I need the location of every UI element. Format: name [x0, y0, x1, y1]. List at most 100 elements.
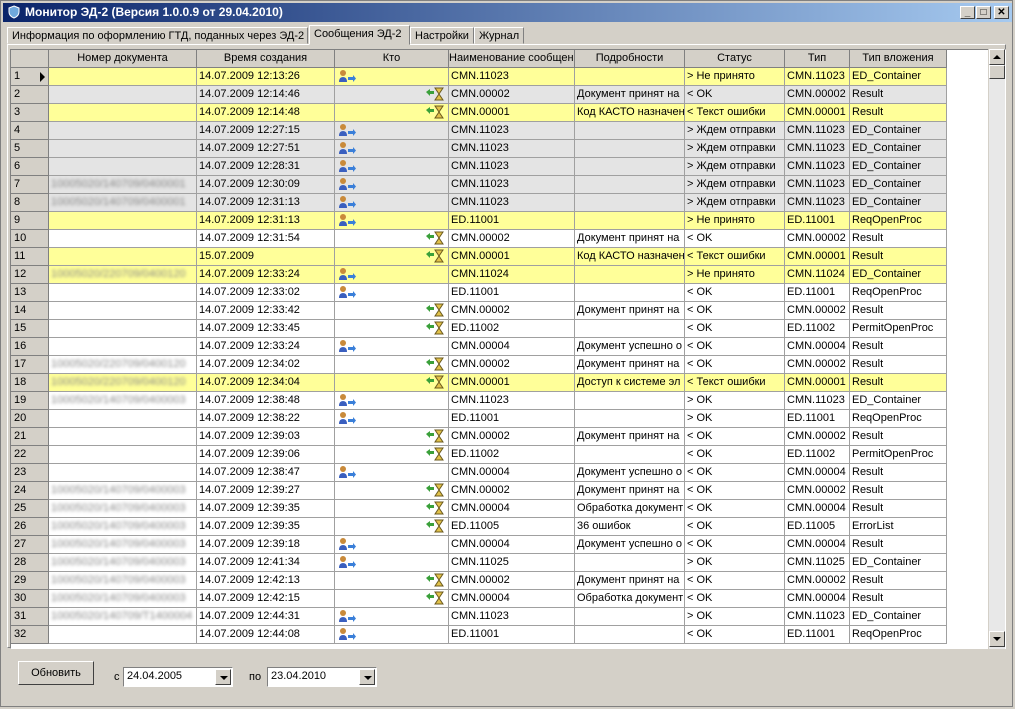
table-row[interactable]: 20 14.07.2009 12:38:22 ED.11001 > OK ED.1100…: [11, 410, 947, 428]
table-row[interactable]: 31 10005020/140709/Т1400004 14.07.2009 12:…: [11, 608, 947, 626]
table-row[interactable]: 17 10005020/220709/0400120 14.07.2009 12:3…: [11, 356, 947, 374]
table-row[interactable]: 26 10005020/140709/0400003 14.07.2009 12:3…: [11, 518, 947, 536]
who-cell: [335, 230, 449, 248]
table-row[interactable]: 21 14.07.2009 12:39:03 CMN.00002 Документ п…: [11, 428, 947, 446]
row-number[interactable]: 20: [11, 410, 49, 428]
table-row[interactable]: 2 14.07.2009 12:14:46 CMN.00002 Документ пр…: [11, 86, 947, 104]
table-row[interactable]: 13 14.07.2009 12:33:02 ED.11001 < OK ED.1100…: [11, 284, 947, 302]
table-row[interactable]: 15 14.07.2009 12:33:45 ED.11002 < OK ED.1100…: [11, 320, 947, 338]
row-number[interactable]: 21: [11, 428, 49, 446]
minimize-button[interactable]: _: [960, 6, 975, 19]
header-status[interactable]: Статус: [685, 50, 785, 68]
header-created-time[interactable]: Время создания: [197, 50, 335, 68]
tab-settings[interactable]: Настройки: [410, 27, 474, 44]
row-number[interactable]: 11: [11, 248, 49, 266]
table-row[interactable]: 7 10005020/140709/0400001 14.07.2009 12:30…: [11, 176, 947, 194]
row-number[interactable]: 2: [11, 86, 49, 104]
scroll-thumb[interactable]: [989, 65, 1005, 79]
messages-grid[interactable]: Номер документа Время создания Кто Наиме…: [10, 49, 1006, 649]
table-row[interactable]: 10 14.07.2009 12:31:54 CMN.00002 Документ п…: [11, 230, 947, 248]
table-row[interactable]: 24 10005020/140709/0400003 14.07.2009 12:3…: [11, 482, 947, 500]
row-number[interactable]: 29: [11, 572, 49, 590]
message-name-cell: CMN.11023: [449, 176, 575, 194]
row-number[interactable]: 32: [11, 626, 49, 644]
table-row[interactable]: 1 14.07.2009 12:13:26 CMN.11023 > Не принят…: [11, 68, 947, 86]
table-row[interactable]: 6 14.07.2009 12:28:31 CMN.11023 > Ждем отпр…: [11, 158, 947, 176]
details-cell: [575, 446, 685, 464]
row-number[interactable]: 13: [11, 284, 49, 302]
hourglass-receive-icon: [426, 483, 444, 497]
row-number[interactable]: 9: [11, 212, 49, 230]
table-row[interactable]: 9 14.07.2009 12:31:13 ED.11001 > Не принято…: [11, 212, 947, 230]
refresh-button[interactable]: Обновить: [18, 661, 94, 685]
vertical-scrollbar[interactable]: [988, 49, 1005, 649]
row-number[interactable]: 4: [11, 122, 49, 140]
row-number[interactable]: 1: [11, 68, 49, 86]
row-number[interactable]: 31: [11, 608, 49, 626]
row-number[interactable]: 15: [11, 320, 49, 338]
scroll-up-button[interactable]: [989, 49, 1005, 65]
header-type[interactable]: Тип: [785, 50, 850, 68]
header-doc-number[interactable]: Номер документа: [49, 50, 197, 68]
table-row[interactable]: 12 10005020/220709/0400120 14.07.2009 12:3…: [11, 266, 947, 284]
row-number[interactable]: 5: [11, 140, 49, 158]
table-row[interactable]: 22 14.07.2009 12:39:06 ED.11002 < OK ED.1100…: [11, 446, 947, 464]
tab-gtd-info[interactable]: Информация по оформлению ГТД, поданных ч…: [7, 27, 308, 44]
table-row[interactable]: 32 14.07.2009 12:44:08 ED.11001 < OK ED.1100…: [11, 626, 947, 644]
header-who[interactable]: Кто: [335, 50, 449, 68]
table-row[interactable]: 29 10005020/140709/0400003 14.07.2009 12:4…: [11, 572, 947, 590]
row-number[interactable]: 6: [11, 158, 49, 176]
table-row[interactable]: 23 14.07.2009 12:38:47 CMN.00004 Документ у…: [11, 464, 947, 482]
table-row[interactable]: 30 10005020/140709/0400003 14.07.2009 12:4…: [11, 590, 947, 608]
status-cell: > OK: [685, 392, 785, 410]
row-number[interactable]: 30: [11, 590, 49, 608]
row-number[interactable]: 3: [11, 104, 49, 122]
row-number[interactable]: 10: [11, 230, 49, 248]
row-number[interactable]: 17: [11, 356, 49, 374]
row-number[interactable]: 14: [11, 302, 49, 320]
table-row[interactable]: 3 14.07.2009 12:14:48 CMN.00001 Код КАСТО н…: [11, 104, 947, 122]
table-row[interactable]: 18 10005020/220709/0400120 14.07.2009 12:3…: [11, 374, 947, 392]
row-number[interactable]: 27: [11, 536, 49, 554]
row-number[interactable]: 16: [11, 338, 49, 356]
maximize-button[interactable]: □: [976, 6, 991, 19]
row-number-text: 28: [14, 556, 27, 568]
tab-ed2-messages[interactable]: Сообщения ЭД-2: [309, 25, 410, 45]
user-send-icon: [338, 195, 356, 209]
table-row[interactable]: 14 14.07.2009 12:33:42 CMN.00002 Документ п…: [11, 302, 947, 320]
to-date-picker[interactable]: 23.04.2010: [267, 667, 377, 687]
from-date-picker[interactable]: 24.04.2005: [123, 667, 233, 687]
row-number[interactable]: 18: [11, 374, 49, 392]
table-row[interactable]: 11 15.07.2009 CMN.00001 Код КАСТО назначен <…: [11, 248, 947, 266]
table-row[interactable]: 8 10005020/140709/0400001 14.07.2009 12:31…: [11, 194, 947, 212]
row-number[interactable]: 7: [11, 176, 49, 194]
row-number[interactable]: 23: [11, 464, 49, 482]
status-cell: > Не принято: [685, 68, 785, 86]
row-number[interactable]: 25: [11, 500, 49, 518]
table-row[interactable]: 28 10005020/140709/0400003 14.07.2009 12:4…: [11, 554, 947, 572]
status-cell: > Ждем отправки: [685, 194, 785, 212]
to-date-dropdown-button[interactable]: [359, 669, 375, 685]
title-bar[interactable]: Монитор ЭД-2 (Версия 1.0.0.9 от 29.04.20…: [3, 3, 1012, 22]
row-number[interactable]: 24: [11, 482, 49, 500]
row-number[interactable]: 8: [11, 194, 49, 212]
from-date-dropdown-button[interactable]: [215, 669, 231, 685]
table-row[interactable]: 5 14.07.2009 12:27:51 CMN.11023 > Ждем отпр…: [11, 140, 947, 158]
header-details[interactable]: Подробности: [575, 50, 685, 68]
table-row[interactable]: 19 10005020/140709/0400003 14.07.2009 12:3…: [11, 392, 947, 410]
header-message-name[interactable]: Наименование сообщения: [449, 50, 575, 68]
tab-journal[interactable]: Журнал: [474, 27, 524, 44]
table-row[interactable]: 27 10005020/140709/0400003 14.07.2009 12:3…: [11, 536, 947, 554]
close-button[interactable]: ✕: [994, 6, 1009, 19]
row-number[interactable]: 19: [11, 392, 49, 410]
table-row[interactable]: 25 10005020/140709/0400003 14.07.2009 12:3…: [11, 500, 947, 518]
row-number[interactable]: 12: [11, 266, 49, 284]
status-cell-text: < OK: [687, 466, 713, 478]
row-number[interactable]: 28: [11, 554, 49, 572]
scroll-down-button[interactable]: [989, 631, 1005, 647]
table-row[interactable]: 16 14.07.2009 12:33:24 CMN.00004 Документ у…: [11, 338, 947, 356]
table-row[interactable]: 4 14.07.2009 12:27:15 CMN.11023 > Ждем отпр…: [11, 122, 947, 140]
header-attachment-type[interactable]: Тип вложения: [850, 50, 947, 68]
row-number[interactable]: 26: [11, 518, 49, 536]
row-number[interactable]: 22: [11, 446, 49, 464]
